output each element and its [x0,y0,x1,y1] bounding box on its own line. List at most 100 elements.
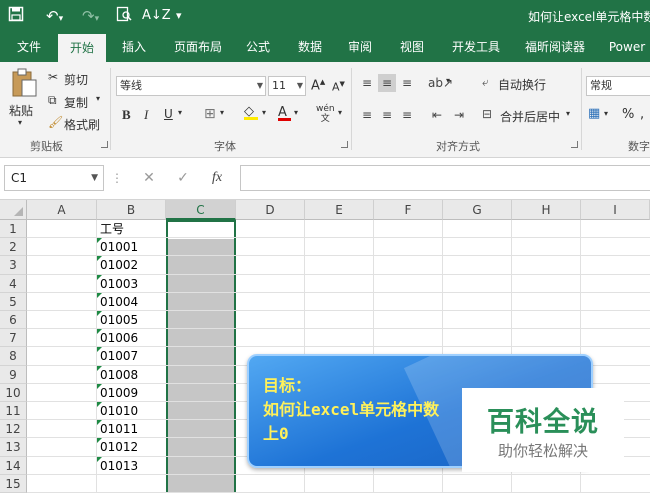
cell-b3[interactable]: 01002 [97,256,166,274]
wrap-text-button[interactable]: 自动换行 [498,76,546,93]
phonetic-guide-icon[interactable]: wén 文 [316,104,335,124]
name-box[interactable]: C1 ▼ [4,165,104,191]
align-left-icon[interactable]: ≡ [358,106,376,124]
cancel-icon[interactable]: ✕ [138,165,160,191]
align-bottom-icon[interactable]: ≡ [398,74,416,92]
paste-dropdown-icon[interactable]: ▾ [18,118,22,127]
enter-icon[interactable]: ✓ [172,165,194,191]
tab-review[interactable]: 审阅 [340,32,380,62]
column-header-h[interactable]: H [512,200,581,220]
selected-column-c[interactable] [166,220,236,493]
column-header-i[interactable]: I [581,200,650,220]
tab-power[interactable]: Power [604,32,650,62]
row-header-9[interactable]: 9 [0,365,27,384]
redo-icon[interactable]: ↷▾ [82,6,99,29]
underline-button[interactable]: U [164,107,173,121]
insert-function-icon[interactable]: fx [204,165,230,191]
comma-style-icon[interactable]: , [640,107,644,122]
cell-b13[interactable]: 01012 [97,438,166,456]
row-header-3[interactable]: 3 [0,256,27,275]
cell-b11[interactable]: 01010 [97,402,166,420]
increase-indent-icon[interactable]: ⇥ [450,106,468,124]
shrink-font-icon[interactable]: A▼ [332,80,345,94]
paste-button[interactable]: 粘贴 [9,102,33,119]
font-color-dropdown-icon[interactable]: ▾ [294,108,298,117]
row-header-12[interactable]: 12 [0,420,27,439]
align-top-icon[interactable]: ≡ [358,74,376,92]
tab-formulas[interactable]: 公式 [238,32,278,62]
merge-dropdown-icon[interactable]: ▾ [566,109,570,118]
row-header-1[interactable]: 1 [0,220,27,239]
column-header-d[interactable]: D [236,200,305,220]
customize-toolbar-icon[interactable]: ▾ [176,6,182,26]
tab-foxit-reader[interactable]: 福昕阅读器 [518,32,592,62]
cell-b8[interactable]: 01007 [97,347,166,365]
sort-az-icon[interactable]: A↓Z [142,6,171,26]
cell-b9[interactable]: 01008 [97,365,166,384]
formula-input[interactable] [240,165,650,191]
row-header-2[interactable]: 2 [0,238,27,257]
row-header-4[interactable]: 4 [0,274,27,293]
tab-insert[interactable]: 插入 [114,32,154,62]
number-format-select[interactable]: 常规 [586,76,650,96]
print-preview-icon[interactable] [116,6,132,27]
align-right-icon[interactable]: ≡ [398,106,416,124]
cell-b7[interactable]: 01006 [97,329,166,347]
cell-b12[interactable]: 01011 [97,420,166,438]
format-painter-button[interactable]: 格式刷 [64,116,100,133]
copy-button[interactable]: 复制 [64,94,88,111]
row-header-6[interactable]: 6 [0,311,27,330]
align-middle-icon[interactable]: ≡ [378,74,396,92]
cell-b6[interactable]: 01005 [97,311,166,329]
cell-b2[interactable]: 01001 [97,238,166,256]
column-header-g[interactable]: G [443,200,512,220]
orientation-dropdown-icon[interactable]: ▾ [446,76,450,85]
underline-dropdown-icon[interactable]: ▾ [178,108,182,117]
bold-button[interactable]: B [122,107,131,123]
clipboard-launcher-icon[interactable] [101,141,108,148]
font-size-select[interactable]: 11 ▼ [268,76,306,96]
font-color-icon[interactable]: A [278,105,291,121]
fill-color-dropdown-icon[interactable]: ▾ [262,108,266,117]
save-icon[interactable] [8,6,24,27]
column-header-c[interactable]: C [166,200,236,220]
fill-color-icon[interactable]: ◇ [244,104,258,120]
tab-file[interactable]: 文件 [6,32,52,62]
tab-view[interactable]: 视图 [392,32,432,62]
borders-icon[interactable]: ⊞ [204,106,216,122]
grow-font-icon[interactable]: A▲ [311,78,325,93]
decrease-indent-icon[interactable]: ⇤ [428,106,446,124]
font-launcher-icon[interactable] [341,141,348,148]
accounting-dropdown-icon[interactable]: ▾ [604,109,608,118]
tab-developer[interactable]: 开发工具 [444,32,508,62]
tab-data[interactable]: 数据 [290,32,330,62]
phonetic-dropdown-icon[interactable]: ▾ [338,108,342,117]
tab-home[interactable]: 开始 [58,34,106,62]
tab-page-layout[interactable]: 页面布局 [166,32,230,62]
row-header-11[interactable]: 11 [0,402,27,421]
font-name-select[interactable]: 等线 ▼ [116,76,266,96]
orientation-icon[interactable]: ab↗ [428,74,453,92]
row-header-8[interactable]: 8 [0,347,27,366]
italic-button[interactable]: I [144,107,148,123]
percent-button[interactable]: % [622,107,634,122]
cell-b5[interactable]: 01004 [97,292,166,311]
clipboard-icon[interactable] [10,68,38,101]
borders-dropdown-icon[interactable]: ▾ [220,108,224,117]
row-header-10[interactable]: 10 [0,383,27,402]
cell-b10[interactable]: 01009 [97,383,166,402]
select-all-button[interactable] [0,200,27,220]
copy-dropdown-icon[interactable]: ▾ [96,94,100,103]
merge-center-button[interactable]: 合并后居中 [500,108,560,125]
cell-b1[interactable]: 工号 [97,220,166,238]
align-center-icon[interactable]: ≡ [378,106,396,124]
alignment-launcher-icon[interactable] [571,141,578,148]
undo-icon[interactable]: ↶▾ [46,6,63,29]
column-header-f[interactable]: F [374,200,443,220]
column-header-e[interactable]: E [305,200,374,220]
cell-b4[interactable]: 01003 [97,274,166,293]
row-header-5[interactable]: 5 [0,292,27,311]
cell-b14[interactable]: 01013 [97,456,166,475]
row-header-7[interactable]: 7 [0,329,27,348]
cut-button[interactable]: 剪切 [64,71,88,88]
